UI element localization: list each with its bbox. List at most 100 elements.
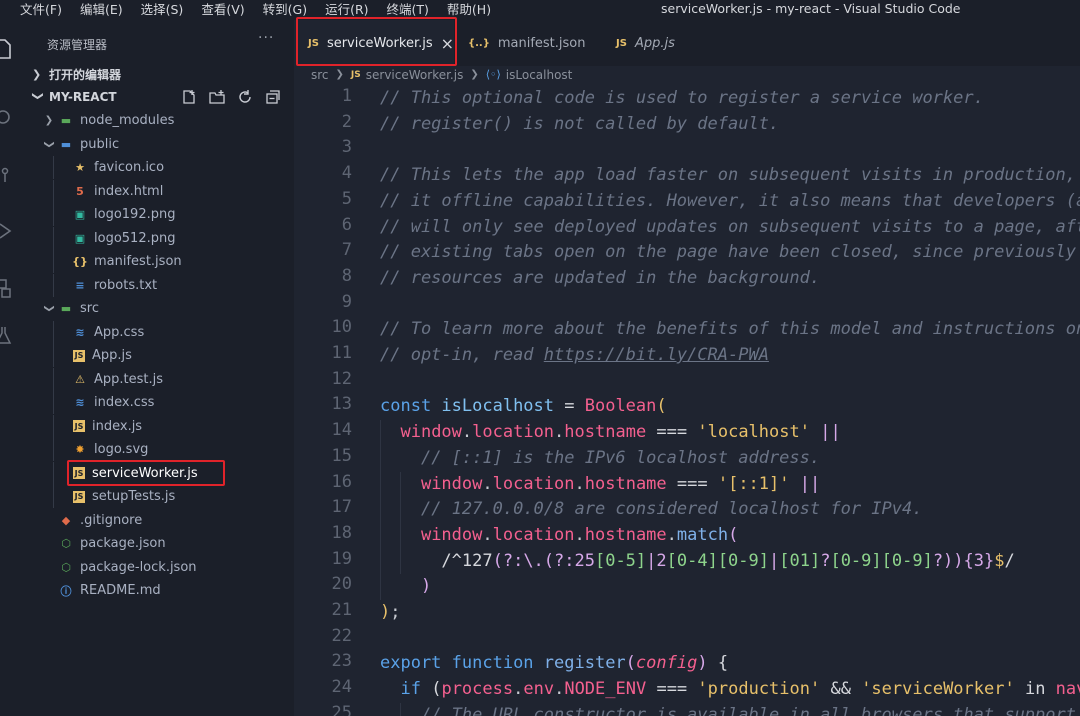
code-token: ) <box>697 653 708 674</box>
breadcrumb-symbol[interactable]: isLocalhost <box>506 68 573 82</box>
more-actions-button[interactable]: ··· <box>258 30 274 46</box>
tab-manifest[interactable]: {..} manifest.json <box>454 20 602 66</box>
info-icon: ⓘ <box>60 584 72 598</box>
line-number: 22 <box>331 625 352 646</box>
chevron-right-icon: ❯ <box>32 67 42 81</box>
menu-item[interactable]: 查看(V) <box>192 0 253 20</box>
tree-item-label: setupTests.js <box>92 489 176 504</box>
search-icon[interactable] <box>0 104 22 134</box>
testing-flask-icon[interactable] <box>0 320 22 350</box>
code-token: | <box>769 550 780 571</box>
line-number: 18 <box>331 522 352 543</box>
tree-folder-item[interactable]: ❯ ▬ node_modules <box>22 109 294 132</box>
code-token: location <box>472 422 555 443</box>
tree-file-item[interactable]: ⓘ README.md <box>22 579 294 602</box>
tree-file-item[interactable]: 5 index.html <box>22 179 294 203</box>
code-token: . <box>482 473 493 494</box>
highlight-box <box>296 17 457 66</box>
tree-file-item[interactable]: JS App.js <box>22 344 294 367</box>
code-token: ? <box>820 550 831 571</box>
code-editor[interactable]: // This optional code is used to registe… <box>380 83 1080 716</box>
tree-file-item[interactable]: ≋ App.css <box>22 320 294 344</box>
code-token: env <box>523 679 555 700</box>
project-section[interactable]: ❯ MY-REACT <box>22 86 294 108</box>
tree-file-item[interactable]: ▣ logo192.png <box>22 203 294 226</box>
tab-label: manifest.json <box>497 35 586 51</box>
code-token: // resources are updated in the backgrou… <box>380 267 821 288</box>
collapse-all-icon[interactable] <box>264 88 282 106</box>
new-file-icon[interactable] <box>180 88 198 106</box>
new-folder-icon[interactable] <box>208 88 226 106</box>
code-token: ?)){3} <box>932 550 995 571</box>
menu-item[interactable]: 选择(S) <box>132 0 193 20</box>
code-token: // will only see deployed updates on sub… <box>380 216 1080 237</box>
explorer-icon[interactable] <box>0 34 22 64</box>
tab-label: App.js <box>634 35 675 51</box>
breadcrumb-folder[interactable]: src <box>311 68 329 82</box>
menu-item[interactable]: 文件(F) <box>0 0 71 20</box>
code-token: // it offline capabilities. However, it … <box>380 190 1080 211</box>
tree-file-item[interactable]: ⬡ package-lock.json <box>22 556 294 579</box>
tree-file-item[interactable]: {} manifest.json <box>22 250 294 273</box>
code-token: hostname <box>584 473 667 494</box>
refresh-icon[interactable] <box>236 88 254 106</box>
extensions-icon[interactable] <box>0 272 22 302</box>
code-token: === <box>646 679 698 700</box>
tree-file-item[interactable]: ◆ .gitignore <box>22 509 294 532</box>
tree-file-item[interactable]: ✸ logo.svg <box>22 438 294 461</box>
tree-file-item[interactable]: ≋ index.css <box>22 391 294 414</box>
code-token: 'production' <box>697 679 821 700</box>
code-token: . <box>574 473 585 494</box>
run-debug-icon[interactable] <box>0 216 22 246</box>
code-token: ( <box>656 396 667 417</box>
code-token: // 127.0.0.0/8 are considered localhost … <box>420 499 923 520</box>
code-token: . <box>513 679 524 700</box>
code-token: . <box>554 679 565 700</box>
code-line: // [::1] is the IPv6 localhost address. <box>380 446 820 472</box>
chevron-down-icon: ❯ <box>43 304 55 313</box>
chevron-down-icon: ❯ <box>43 139 55 149</box>
code-line: ); <box>380 600 401 626</box>
js-icon: JS <box>73 349 85 362</box>
line-number-gutter: 1 2 3 4 5 6 7 8 9 10 11 12 13 14 15 16 17 18 19 20 21 22 23 24 2… <box>294 83 364 716</box>
code-token: function <box>451 653 544 674</box>
tree-file-item[interactable]: JS setupTests.js <box>22 485 294 508</box>
line-number: 8 <box>341 265 352 286</box>
tree-folder-item[interactable]: ❯ ▬ src <box>22 297 294 320</box>
code-token: [0-4][0-9] <box>666 550 769 571</box>
highlight-box <box>67 460 225 486</box>
open-editors-section[interactable]: ❯ 打开的编辑器 <box>22 63 294 85</box>
tree-file-item[interactable]: ★ favicon.ico <box>22 156 294 179</box>
star-icon: ★ <box>75 161 85 174</box>
line-number: 23 <box>331 651 352 672</box>
tree-item-label: index.css <box>94 395 155 410</box>
code-line: window.location.hostname === '[::1]' || <box>380 472 820 498</box>
source-control-icon[interactable] <box>0 161 22 191</box>
code-token: ) <box>420 576 432 597</box>
menu-item[interactable]: 编辑(E) <box>71 0 132 20</box>
code-token: || <box>799 473 821 494</box>
code-line: if (process.env.NODE_ENV === 'production… <box>380 677 1080 703</box>
breadcrumb-file[interactable]: serviceWorker.js <box>366 68 464 82</box>
tree-item-label: logo192.png <box>94 207 176 222</box>
js-icon: JS <box>73 420 85 432</box>
code-token: const <box>380 396 442 417</box>
tab-appjs[interactable]: JS App.js <box>602 20 728 66</box>
tree-folder-item[interactable]: ❯ ▬ public <box>22 133 294 156</box>
code-line: // This lets the app load faster on subs… <box>380 163 1080 189</box>
code-token: https://bit.ly/CRA-PWA <box>543 345 769 365</box>
tree-file-item[interactable]: ⬡ package.json <box>22 532 294 555</box>
code-token: === <box>666 473 718 494</box>
code-token: [01] <box>779 550 821 571</box>
line-number: 15 <box>331 445 352 466</box>
tree-item-label: logo.svg <box>94 442 149 457</box>
tree-file-item[interactable]: ≡ robots.txt <box>22 273 294 297</box>
svg-sun-icon: ✸ <box>75 443 85 456</box>
code-token: /^127 <box>441 550 493 571</box>
tree-file-item[interactable]: ▣ logo512.png <box>22 226 294 250</box>
tree-file-item[interactable]: JS index.js <box>22 414 294 438</box>
tree-file-item[interactable]: ⚠ App.test.js <box>22 367 294 391</box>
code-token: window <box>420 473 483 494</box>
